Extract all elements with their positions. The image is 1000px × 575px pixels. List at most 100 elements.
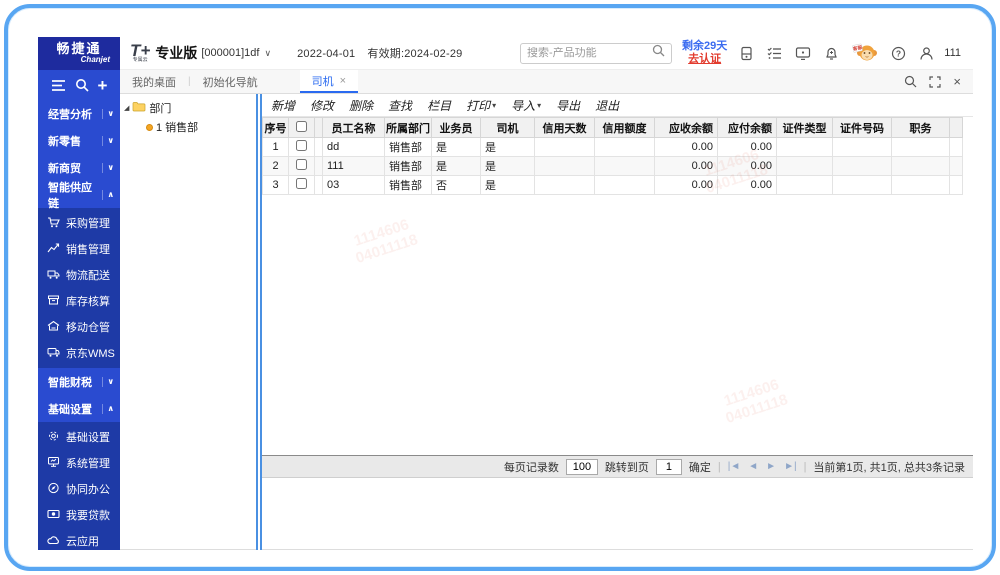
feedback-icon[interactable] bbox=[795, 46, 811, 61]
help-icon[interactable]: ? bbox=[891, 46, 906, 61]
cell-employee-name[interactable]: 111 bbox=[323, 157, 385, 176]
chanjet-logo[interactable]: 畅捷通 Chanjet bbox=[38, 37, 120, 70]
chevron-down-icon: ∨ bbox=[102, 109, 115, 119]
sidebar-item-collaboration[interactable]: 协同办公 bbox=[38, 476, 120, 502]
col-spacer bbox=[315, 118, 323, 138]
product-search-box[interactable] bbox=[520, 43, 672, 64]
sidebar-section-new-trade[interactable]: 新商贸 ∨ bbox=[38, 154, 120, 181]
sidebar-section-finance-tax[interactable]: 智能财税 ∨ bbox=[38, 368, 120, 395]
todo-list-icon[interactable] bbox=[767, 46, 782, 61]
folder-icon bbox=[132, 101, 146, 115]
tree-node-sales-dept[interactable]: 1 销售部 bbox=[146, 119, 252, 135]
row-checkbox[interactable] bbox=[296, 159, 307, 170]
fullscreen-icon[interactable] bbox=[929, 76, 941, 88]
archive-box-icon bbox=[47, 294, 60, 309]
confirm-button[interactable]: 确定 bbox=[689, 459, 711, 475]
cart-icon bbox=[47, 216, 60, 231]
last-page-icon[interactable]: ►| bbox=[784, 461, 797, 472]
edit-button[interactable]: 修改 bbox=[310, 97, 334, 114]
top-bar: 畅捷通 Chanjet T+ 专属云 专业版 [000001]1df ∨ 202… bbox=[38, 37, 973, 70]
delivery-truck-icon bbox=[47, 346, 60, 361]
sidebar-item-sales[interactable]: 销售管理 bbox=[38, 236, 120, 262]
sidebar: + 经营分析 ∨ 新零售 ∨ 新商贸 ∨ 智能供应链 ∧ 采购管理 bbox=[38, 70, 120, 550]
next-page-icon[interactable]: ► bbox=[766, 461, 776, 472]
col-seq: 序号 bbox=[263, 118, 289, 138]
window-frame: 畅捷通 Chanjet T+ 专属云 专业版 [000001]1df ∨ 202… bbox=[4, 4, 996, 571]
validity-date: 有效期:2024-02-29 bbox=[367, 48, 462, 60]
import-dropdown-button[interactable]: 导入▾ bbox=[511, 97, 541, 114]
sidebar-item-basic-settings[interactable]: 基础设置 bbox=[38, 424, 120, 450]
col-salesman: 业务员 bbox=[432, 118, 481, 138]
menu-hamburger-icon[interactable] bbox=[51, 79, 66, 92]
tplus-logo: T+ 专属云 bbox=[130, 43, 150, 63]
sidebar-section-basic-settings[interactable]: 基础设置 ∧ bbox=[38, 395, 120, 422]
sidebar-item-inventory[interactable]: 库存核算 bbox=[38, 288, 120, 314]
cell-employee-name[interactable]: 03 bbox=[323, 176, 385, 195]
print-dropdown-button[interactable]: 打印▾ bbox=[466, 97, 496, 114]
close-panel-icon[interactable]: × bbox=[953, 74, 961, 89]
sidebar-section-business-analysis[interactable]: 经营分析 ∨ bbox=[38, 100, 120, 127]
chevron-down-icon: ∨ bbox=[102, 163, 115, 173]
first-page-icon[interactable]: |◄ bbox=[728, 461, 741, 472]
find-button[interactable]: 查找 bbox=[388, 97, 412, 114]
row-checkbox[interactable] bbox=[296, 140, 307, 151]
sidebar-section-supply-chain[interactable]: 智能供应链 ∧ bbox=[38, 181, 120, 208]
workbench-icon[interactable] bbox=[739, 46, 754, 61]
prev-page-icon[interactable]: ◄ bbox=[748, 461, 758, 472]
sidebar-item-cloud-apps[interactable]: 云应用 bbox=[38, 528, 120, 550]
page-summary: 当前第1页, 共1页, 总共3条记录 bbox=[813, 459, 965, 475]
row-checkbox[interactable] bbox=[296, 178, 307, 189]
tab-driver-active[interactable]: 司机 × bbox=[300, 70, 358, 93]
delete-button[interactable]: 删除 bbox=[349, 97, 373, 114]
sidebar-section-new-retail[interactable]: 新零售 ∨ bbox=[38, 127, 120, 154]
col-payable-balance: 应付余额 bbox=[718, 118, 777, 138]
exit-button[interactable]: 退出 bbox=[595, 97, 619, 114]
tab-my-desktop[interactable]: 我的桌面 bbox=[120, 70, 188, 93]
driver-table: 序号 员工名称 所属部门 业务员 司机 信用天数 信用额度 应收余额 应付余额 … bbox=[262, 117, 963, 195]
app-window: 畅捷通 Chanjet T+ 专属云 专业版 [000001]1df ∨ 202… bbox=[38, 37, 973, 550]
trial-info: 剩余29天 去认证 bbox=[682, 41, 727, 65]
pagination-bar: 每页记录数 跳转到页 确定 | |◄ ◄ ► ►| | 当前第1 bbox=[262, 455, 973, 478]
sidebar-item-mobile-warehouse[interactable]: 移动仓管 bbox=[38, 314, 120, 340]
goto-page-input[interactable] bbox=[656, 459, 682, 475]
sidebar-search-icon[interactable] bbox=[75, 78, 89, 92]
tab-init-navigation[interactable]: 初始化导航 bbox=[191, 70, 270, 93]
new-button[interactable]: 新增 bbox=[271, 97, 295, 114]
sidebar-item-system-management[interactable]: 系统管理 bbox=[38, 450, 120, 476]
table-row: 2 111 销售部 是 是 0.00 0.00 bbox=[263, 157, 963, 176]
sidebar-item-loan[interactable]: 我要贷款 bbox=[38, 502, 120, 528]
tab-search-icon[interactable] bbox=[904, 75, 917, 88]
user-icon[interactable] bbox=[919, 46, 934, 61]
cell-employee-name[interactable]: dd bbox=[323, 138, 385, 157]
search-icon[interactable] bbox=[652, 44, 665, 62]
username-label[interactable]: 111 bbox=[944, 47, 961, 59]
search-input[interactable] bbox=[527, 47, 652, 59]
account-selector[interactable]: [000001]1df ∨ bbox=[201, 47, 271, 59]
select-all-checkbox[interactable] bbox=[296, 121, 307, 132]
table-header-row: 序号 员工名称 所属部门 业务员 司机 信用天数 信用额度 应收余额 应付余额 … bbox=[263, 118, 963, 138]
col-credit-days: 信用天数 bbox=[535, 118, 595, 138]
logo-text-cn: 畅捷通 bbox=[56, 42, 101, 55]
notification-bell-icon[interactable] bbox=[824, 46, 839, 61]
export-button[interactable]: 导出 bbox=[556, 97, 580, 114]
table-row: 3 03 销售部 否 是 0.00 0.00 bbox=[263, 176, 963, 195]
columns-button[interactable]: 栏目 bbox=[427, 97, 451, 114]
edition-label: 专业版 bbox=[155, 43, 197, 63]
sidebar-item-jd-wms[interactable]: 京东WMS bbox=[38, 340, 120, 366]
add-plus-icon[interactable]: + bbox=[98, 79, 108, 92]
verify-link[interactable]: 去认证 bbox=[688, 53, 721, 65]
current-date: 2022-04-01 bbox=[297, 48, 355, 60]
sidebar-item-logistics[interactable]: 物流配送 bbox=[38, 262, 120, 288]
tree-expanded-icon[interactable]: ◢ bbox=[124, 104, 129, 112]
tree-node-department[interactable]: ◢ 部门 bbox=[124, 100, 252, 116]
col-department: 所属部门 bbox=[385, 118, 432, 138]
service-mascot-icon[interactable]: 客服 bbox=[852, 42, 878, 64]
col-driver: 司机 bbox=[481, 118, 535, 138]
sidebar-item-purchase[interactable]: 采购管理 bbox=[38, 210, 120, 236]
account-id: [000001]1df bbox=[201, 47, 259, 59]
gear-icon bbox=[47, 430, 60, 445]
close-tab-icon[interactable]: × bbox=[340, 75, 346, 87]
chevron-up-icon: ∧ bbox=[102, 190, 115, 200]
chevron-down-icon: ▾ bbox=[492, 101, 496, 110]
per-page-input[interactable] bbox=[566, 459, 598, 475]
